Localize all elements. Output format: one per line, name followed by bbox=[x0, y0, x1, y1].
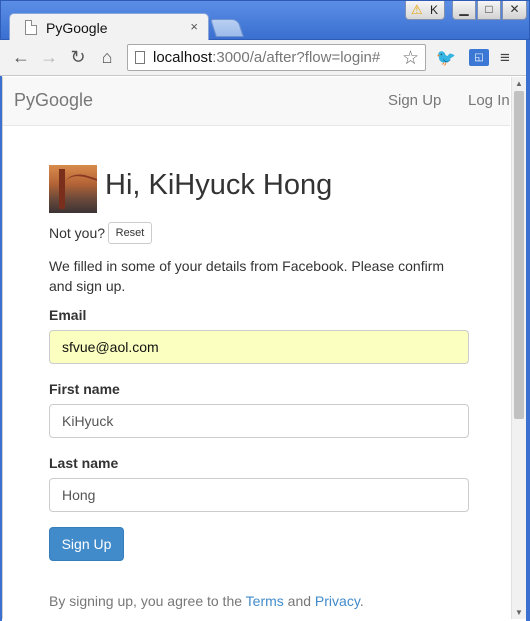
avatar bbox=[49, 165, 97, 213]
window-border-right bbox=[526, 40, 530, 621]
back-arrow-icon[interactable]: ← bbox=[10, 47, 32, 68]
chrome-menu-icon[interactable]: ≡ bbox=[500, 48, 510, 68]
legal-prefix: By signing up, you agree to the bbox=[49, 593, 246, 609]
legal-suffix: . bbox=[359, 593, 364, 609]
browser-toolbar: ← → ↻ ⌂ localhost:3000/a/after?flow=logi… bbox=[0, 40, 530, 76]
page-viewport: PyGoogle Sign Up Log In Hi, KiHyuck Hong… bbox=[2, 77, 510, 619]
warning-icon: ⚠ bbox=[411, 2, 423, 17]
nav-log-in-link[interactable]: Log In bbox=[468, 92, 510, 109]
bookmark-star-icon[interactable]: ☆ bbox=[402, 47, 419, 70]
maximize-button[interactable]: □ bbox=[477, 1, 501, 20]
page-scrollbar[interactable]: ▲ ▼ bbox=[511, 77, 526, 619]
legal-text: By signing up, you agree to the Terms an… bbox=[49, 593, 364, 609]
tab-title: PyGoogle bbox=[46, 20, 108, 36]
tab-close-icon[interactable]: × bbox=[190, 19, 198, 34]
reload-icon[interactable]: ↻ bbox=[67, 47, 89, 68]
bird-extension-icon[interactable]: 🐦 bbox=[436, 48, 456, 68]
minimize-button[interactable]: ▁ bbox=[452, 1, 476, 20]
url-text[interactable]: localhost:3000/a/after?flow=login# bbox=[153, 49, 380, 66]
email-field[interactable] bbox=[49, 330, 469, 364]
reset-button[interactable]: Reset bbox=[108, 222, 152, 244]
browser-tab[interactable]: PyGoogle × bbox=[9, 13, 209, 41]
first-name-field[interactable] bbox=[49, 404, 469, 438]
page-favicon-icon bbox=[25, 20, 37, 35]
privacy-link[interactable]: Privacy bbox=[315, 593, 360, 609]
profile-button[interactable]: ⚠ K bbox=[405, 1, 445, 20]
scrollbar-thumb[interactable] bbox=[514, 91, 524, 419]
sign-up-button[interactable]: Sign Up bbox=[49, 527, 124, 561]
address-bar[interactable]: localhost:3000/a/after?flow=login# ☆ bbox=[127, 44, 426, 71]
new-tab-button[interactable] bbox=[210, 19, 244, 37]
profile-letter: K bbox=[430, 3, 439, 17]
legal-and: and bbox=[283, 593, 315, 609]
page-title: Hi, KiHyuck Hong bbox=[105, 169, 333, 201]
extension-icon[interactable]: ◱ bbox=[469, 49, 489, 66]
terms-link[interactable]: Terms bbox=[246, 593, 284, 609]
last-name-field[interactable] bbox=[49, 478, 469, 512]
site-navbar: PyGoogle Sign Up Log In bbox=[3, 77, 510, 126]
not-you-label: Not you? bbox=[49, 225, 106, 241]
page-icon bbox=[135, 51, 145, 64]
nav-sign-up-link[interactable]: Sign Up bbox=[388, 92, 441, 109]
scroll-up-arrow-icon[interactable]: ▲ bbox=[515, 79, 523, 88]
url-path: :3000/a/after?flow=login# bbox=[212, 49, 381, 66]
home-icon[interactable]: ⌂ bbox=[96, 47, 118, 68]
url-host: localhost bbox=[153, 49, 213, 66]
email-label: Email bbox=[49, 307, 87, 323]
brand-logo[interactable]: PyGoogle bbox=[14, 90, 93, 111]
close-window-button[interactable]: ✕ bbox=[502, 1, 527, 20]
forward-arrow-icon[interactable]: → bbox=[38, 47, 60, 68]
scroll-down-arrow-icon[interactable]: ▼ bbox=[515, 608, 523, 617]
first-name-label: First name bbox=[49, 381, 120, 397]
last-name-label: Last name bbox=[49, 455, 119, 471]
title-bar: PyGoogle × ⚠ K ▁ □ ✕ bbox=[0, 0, 530, 41]
facebook-info-text: We filled in some of your details from F… bbox=[49, 258, 445, 294]
